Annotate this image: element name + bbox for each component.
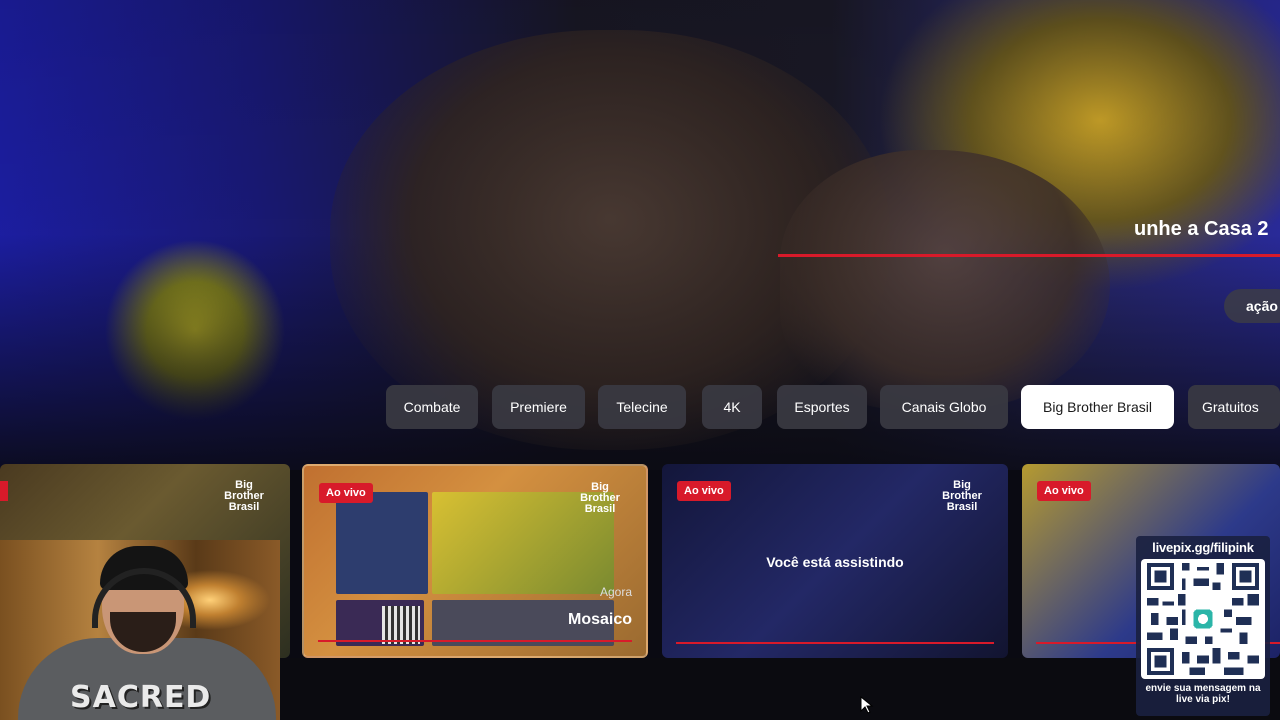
- card-title: Mosaico: [567, 611, 632, 628]
- shirt-text: SACRED: [70, 680, 212, 715]
- card-progress-bar: [318, 640, 632, 642]
- livepix-panel: livepix.gg/filipink envie sua mensagem n…: [1136, 536, 1270, 716]
- category-esportes[interactable]: Esportes: [777, 385, 867, 429]
- live-badge: Ao vivo: [319, 483, 373, 503]
- category-premiere[interactable]: Premiere: [492, 385, 585, 429]
- bbb-logo: Big Brother Brasil: [942, 479, 982, 513]
- live-badge: Ao vivo: [1037, 481, 1091, 501]
- watching-status: Você está assistindo: [766, 554, 904, 570]
- category-big-brother-brasil[interactable]: Big Brother Brasil: [1021, 385, 1174, 429]
- card-kicker: Agora: [599, 585, 632, 599]
- mosaic-qr-thumbnail: [382, 606, 420, 644]
- live-badge-edge: [0, 481, 8, 501]
- mosaic-tile: [336, 492, 428, 594]
- hero-image-hand: [780, 150, 1110, 410]
- category-canais-globo[interactable]: Canais Globo: [880, 385, 1008, 429]
- bbb-logo: Big Brother Brasil: [580, 481, 620, 515]
- livepix-url[interactable]: livepix.gg/filipink: [1136, 540, 1270, 555]
- hero-progress-bar: [778, 254, 1280, 257]
- webcam-overlay: SACRED: [0, 540, 280, 720]
- channel-card-watching[interactable]: Ao vivo Big Brother Brasil Você está ass…: [662, 464, 1008, 658]
- category-4k[interactable]: 4K: [702, 385, 762, 429]
- pointer-cursor-icon: [860, 696, 874, 714]
- card-progress-bar: [676, 642, 994, 644]
- category-combate[interactable]: Combate: [386, 385, 478, 429]
- hero-title[interactable]: unhe a Casa 2: [1134, 218, 1269, 241]
- live-badge: Ao vivo: [677, 481, 731, 501]
- bbb-logo: Big Brother Brasil: [224, 479, 264, 513]
- category-pills: Combate Premiere Telecine 4K Esportes Ca…: [0, 385, 1280, 429]
- livepix-caption: envie sua mensagem na live via pix!: [1145, 683, 1261, 705]
- category-telecine[interactable]: Telecine: [598, 385, 686, 429]
- channel-card-mosaico[interactable]: Ao vivo Big Brother Brasil Agora Mosaico: [302, 464, 648, 658]
- qr-code-icon: [1141, 559, 1265, 679]
- category-gratuitos[interactable]: Gratuitos: [1188, 385, 1280, 429]
- qr-code-graphic: [1147, 563, 1259, 675]
- hero-action-button[interactable]: ação: [1224, 289, 1280, 323]
